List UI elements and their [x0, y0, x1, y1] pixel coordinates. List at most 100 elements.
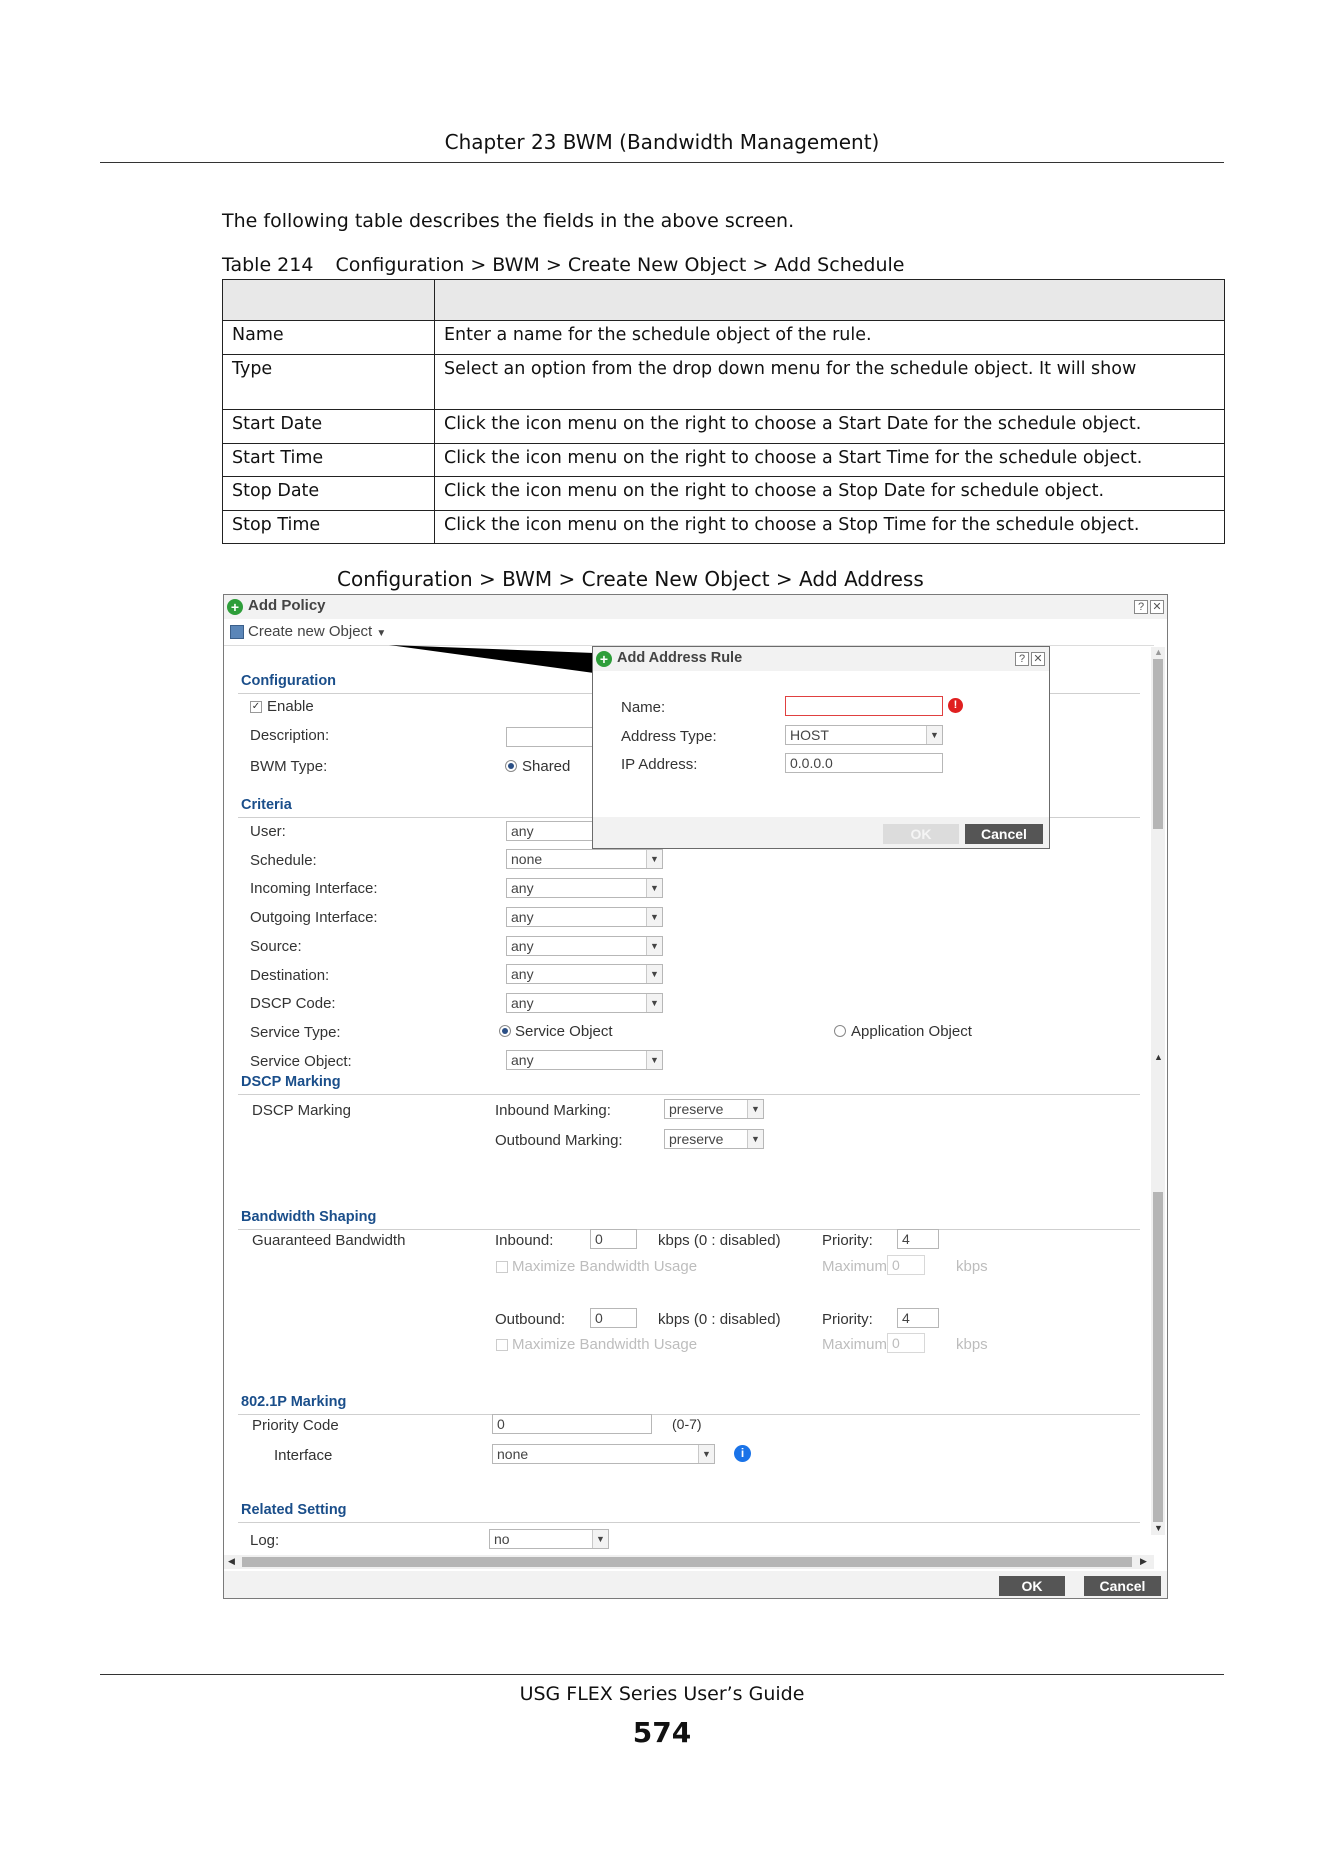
window-title: Add Policy: [248, 597, 326, 614]
help-icon[interactable]: ?: [1015, 652, 1029, 666]
inbound-maximum-input[interactable]: 0: [887, 1255, 925, 1275]
ip-address-input[interactable]: 0.0.0.0: [785, 753, 943, 773]
table-title: Configuration > BWM > Create New Object …: [335, 254, 905, 276]
scrollbar-thumb[interactable]: [1153, 1192, 1163, 1522]
address-type-select[interactable]: HOST ▼: [785, 725, 943, 745]
table-row: Start Time Click the icon menu on the ri…: [222, 443, 1225, 477]
chevron-down-icon: ▼: [646, 994, 662, 1012]
dscp-code-select[interactable]: any ▼: [506, 993, 663, 1013]
close-icon[interactable]: ✕: [1150, 600, 1164, 614]
source-value: any: [511, 938, 534, 954]
error-icon: !: [948, 698, 963, 713]
chevron-down-icon: ▼: [926, 726, 942, 744]
source-label: Source:: [250, 938, 302, 955]
section-related-setting: Related Setting: [241, 1502, 347, 1518]
dscp-marking-label: DSCP Marking: [252, 1102, 351, 1119]
outbound-marking-value: preserve: [669, 1131, 724, 1147]
section-divider: [238, 1414, 1140, 1415]
outgoing-interface-label: Outgoing Interface:: [250, 909, 378, 926]
inbound-priority-input[interactable]: 4: [897, 1229, 939, 1249]
table-cell-label: Type: [222, 354, 435, 410]
log-select[interactable]: no ▼: [489, 1529, 609, 1549]
priority-code-input[interactable]: 0: [492, 1414, 652, 1434]
scroll-down-icon[interactable]: ▼: [1154, 1523, 1163, 1533]
help-icon[interactable]: ?: [1134, 600, 1148, 614]
close-icon[interactable]: ✕: [1031, 652, 1045, 666]
inbound-maximize-label: Maximize Bandwidth Usage: [512, 1258, 698, 1275]
cancel-button[interactable]: Cancel: [1084, 1576, 1161, 1596]
scroll-up-icon[interactable]: ▲: [1154, 647, 1163, 657]
section-divider: [238, 1229, 1140, 1230]
description-label: Description:: [250, 727, 330, 744]
scroll-left-icon[interactable]: ◀: [228, 1556, 235, 1567]
chapter-header: Chapter 23 BWM (Bandwidth Management): [444, 130, 880, 154]
application-object-radio[interactable]: [834, 1025, 846, 1037]
incoming-interface-value: any: [511, 880, 534, 896]
outgoing-interface-value: any: [511, 909, 534, 925]
incoming-interface-select[interactable]: any ▼: [506, 878, 663, 898]
name-label: Name:: [621, 699, 666, 716]
inbound-maximize-checkbox[interactable]: [496, 1261, 508, 1273]
priority-code-label: Priority Code: [252, 1417, 339, 1434]
chevron-down-icon: ▼: [698, 1445, 714, 1463]
outbound-marking-select[interactable]: preserve ▼: [664, 1129, 764, 1149]
dropdown-arrow-icon: ▼: [376, 628, 387, 639]
table-row: Type Select an option from the drop down…: [222, 354, 1225, 410]
create-new-object-menu[interactable]: Create new Object ▼: [248, 623, 386, 640]
scrollbar-thumb[interactable]: [242, 1557, 1132, 1567]
section-dscp-marking: DSCP Marking: [241, 1074, 341, 1090]
description-input[interactable]: [506, 727, 596, 747]
outbound-bandwidth-input[interactable]: 0: [590, 1308, 637, 1328]
ok-button[interactable]: OK: [999, 1576, 1065, 1596]
inbound-marking-select[interactable]: preserve ▼: [664, 1099, 764, 1119]
user-label: User:: [250, 823, 286, 840]
service-object-radio[interactable]: [499, 1025, 511, 1037]
address-type-label: Address Type:: [621, 728, 717, 745]
chevron-down-icon: ▼: [747, 1100, 763, 1118]
outbound-maximize-checkbox[interactable]: [496, 1339, 508, 1351]
outbound-kbps-note: kbps (0 : disabled): [658, 1311, 781, 1328]
source-select[interactable]: any ▼: [506, 936, 663, 956]
destination-select[interactable]: any ▼: [506, 964, 663, 984]
chevron-down-icon: ▼: [592, 1530, 608, 1548]
interface-label: Interface: [274, 1447, 333, 1464]
chevron-down-icon: ▼: [646, 1051, 662, 1069]
enable-checkbox[interactable]: ✓: [250, 701, 262, 713]
section-divider: [238, 1522, 1140, 1523]
schedule-select[interactable]: none ▼: [506, 849, 663, 869]
dialog-ok-button[interactable]: OK: [883, 824, 959, 844]
scrollbar-thumb[interactable]: [1153, 659, 1163, 829]
scroll-right-icon[interactable]: ▶: [1140, 1556, 1147, 1567]
dialog-cancel-button[interactable]: Cancel: [965, 824, 1043, 844]
shared-label: Shared: [522, 758, 571, 775]
inbound-label: Inbound:: [495, 1232, 554, 1249]
outbound-priority-label: Priority:: [822, 1311, 873, 1328]
callout-pointer: [389, 645, 594, 673]
inbound-kbps-note: kbps (0 : disabled): [658, 1232, 781, 1249]
table-cell-description: Select an option from the drop down menu…: [434, 354, 1225, 410]
service-object-radio-label: Service Object: [515, 1023, 613, 1040]
horizontal-scrollbar[interactable]: ◀ ▶: [224, 1555, 1154, 1569]
info-icon[interactable]: i: [734, 1445, 751, 1462]
outbound-priority-input[interactable]: 4: [897, 1308, 939, 1328]
shared-radio[interactable]: [505, 760, 517, 772]
chevron-down-icon: ▼: [646, 937, 662, 955]
outbound-maximize-label: Maximize Bandwidth Usage: [512, 1336, 698, 1353]
outbound-maximum-input[interactable]: 0: [887, 1333, 925, 1353]
section-configuration: Configuration: [241, 673, 337, 689]
table-cell-label: Stop Time: [222, 510, 435, 544]
name-input[interactable]: [785, 696, 943, 716]
scroll-up-icon[interactable]: ▲: [1154, 1052, 1163, 1062]
service-object-select[interactable]: any ▼: [506, 1050, 663, 1070]
log-value: no: [494, 1531, 510, 1547]
outbound-maximum-label: Maximum:: [822, 1336, 892, 1353]
inbound-bandwidth-input[interactable]: 0: [590, 1229, 637, 1249]
outbound-maximum-kbps: kbps: [956, 1336, 988, 1353]
outgoing-interface-select[interactable]: any ▼: [506, 907, 663, 927]
interface-select[interactable]: none ▼: [492, 1444, 715, 1464]
table-row: Start Date Click the icon menu on the ri…: [222, 409, 1225, 444]
destination-value: any: [511, 966, 534, 982]
table-cell-description: Click the icon menu on the right to choo…: [434, 443, 1225, 477]
vertical-scrollbar[interactable]: ▲ ▲ ▼: [1151, 647, 1165, 1535]
table-cell-description: Click the icon menu on the right to choo…: [434, 510, 1225, 544]
